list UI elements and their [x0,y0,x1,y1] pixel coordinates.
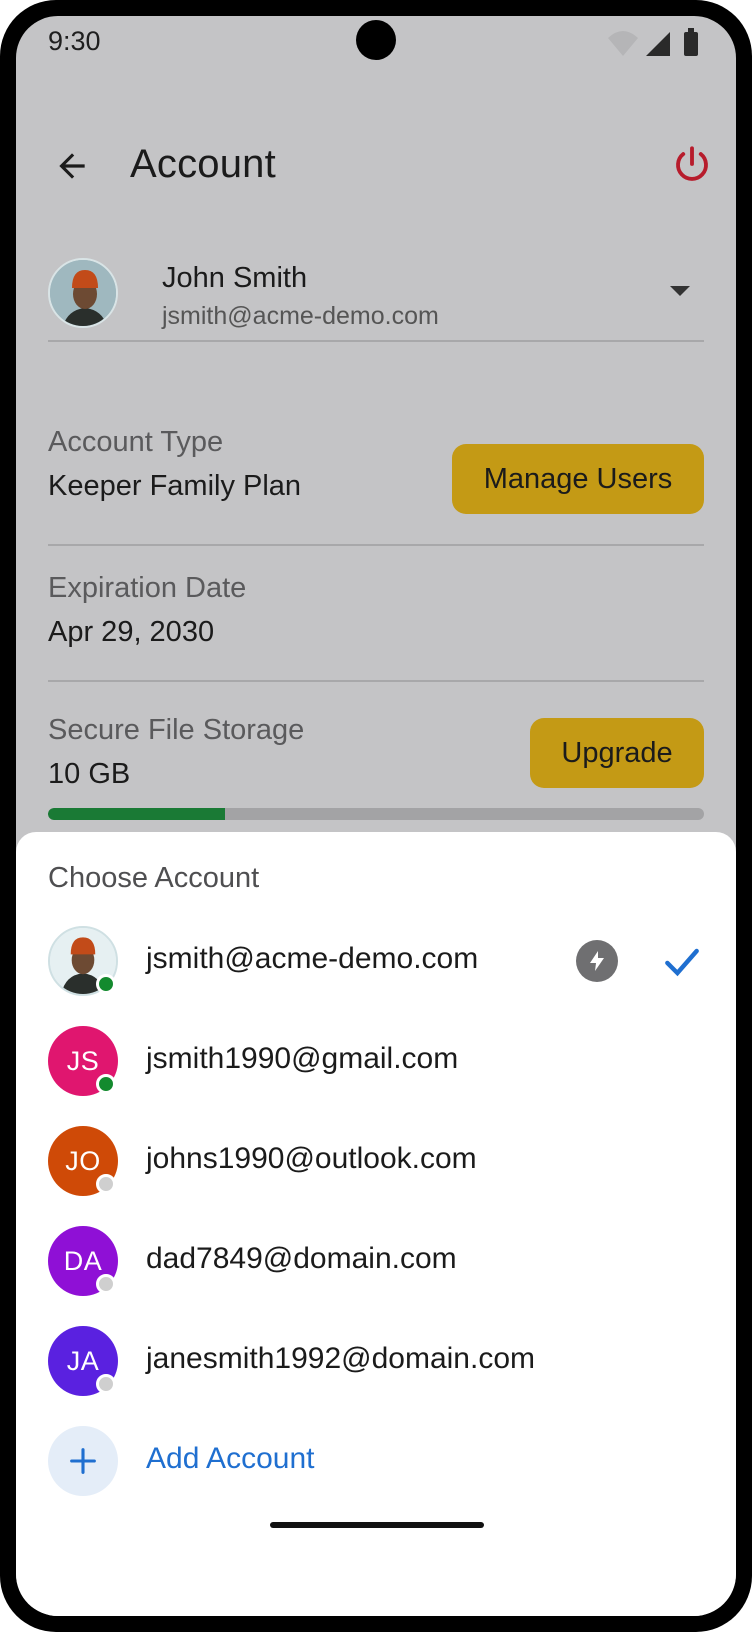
device-frame: 9:30 Account John Smith jsmith@acme-demo… [0,0,752,1632]
storage-value: 10 GB [48,758,131,790]
flash-icon [576,940,618,982]
home-indicator[interactable] [270,1522,484,1528]
front-camera [356,20,396,60]
account-email: janesmith1992@domain.com [146,1342,535,1375]
wifi-icon [608,31,638,56]
account-email: jsmith1990@gmail.com [146,1042,459,1075]
account-type-row: Account Type Keeper Family Plan Manage U… [48,412,704,546]
chevron-down-icon[interactable] [670,286,690,296]
logout-button[interactable] [666,138,718,190]
battery-icon [684,32,698,56]
account-email: johns1990@outlook.com [146,1142,477,1175]
account-list-item[interactable]: JA janesmith1992@domain.com [16,1312,736,1412]
storage-label: Secure File Storage [48,714,305,746]
storage-progress-bar [48,808,704,820]
storage-progress-fill [48,808,226,820]
screen: 9:30 Account John Smith jsmith@acme-demo… [16,16,736,1616]
account-email: jsmith@acme-demo.com [162,302,439,330]
account-type-label: Account Type [48,426,224,458]
add-account-label: Add Account [146,1442,315,1475]
offline-status-dot [96,1374,116,1394]
online-status-dot [96,974,116,994]
manage-users-button[interactable]: Manage Users [452,444,704,514]
upgrade-button[interactable]: Upgrade [530,718,704,788]
profile-photo-icon [50,260,116,326]
app-bar: Account [16,116,736,216]
account-list-item[interactable]: DA dad7849@domain.com [16,1212,736,1312]
arrow-back-icon [59,153,85,179]
offline-status-dot [96,1174,116,1194]
account-email: dad7849@domain.com [146,1242,457,1275]
account-list-item[interactable]: jsmith@acme-demo.com [16,912,736,1012]
sheet-title: Choose Account [48,862,260,894]
account-switcher-header[interactable]: John Smith jsmith@acme-demo.com [48,240,704,342]
online-status-dot [96,1074,116,1094]
account-email: jsmith@acme-demo.com [146,942,479,975]
add-account-button[interactable]: Add Account [16,1412,736,1512]
storage-row: Secure File Storage 10 GB Upgrade [48,682,704,802]
status-icons [608,28,698,56]
expiration-row: Expiration Date Apr 29, 2030 [48,546,704,682]
account-list-item[interactable]: JS jsmith1990@gmail.com [16,1012,736,1112]
add-icon [48,1426,118,1496]
account-list-item[interactable]: JO johns1990@outlook.com [16,1112,736,1212]
account-type-value: Keeper Family Plan [48,470,302,502]
page-title: Account [130,142,276,186]
expiration-label: Expiration Date [48,572,247,604]
signal-icon [646,32,670,56]
power-icon [676,146,708,181]
status-time: 9:30 [48,26,101,56]
avatar [48,258,118,328]
offline-status-dot [96,1274,116,1294]
account-name: John Smith [162,262,308,294]
expiration-value: Apr 29, 2030 [48,616,215,648]
back-button[interactable] [46,140,98,192]
choose-account-sheet: Choose Account jsmith@acme-demo.com JS j… [16,832,736,1616]
status-bar: 9:30 [16,16,736,72]
check-icon [665,948,699,977]
